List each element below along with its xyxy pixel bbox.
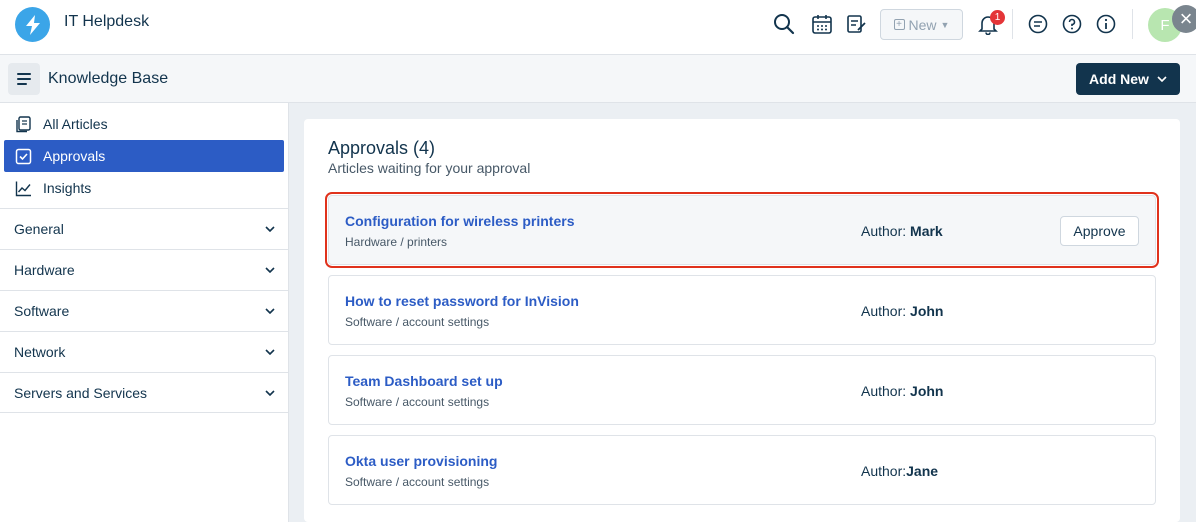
app-title: IT Helpdesk xyxy=(64,13,150,30)
calendar-icon[interactable] xyxy=(810,12,834,36)
chevron-down-icon xyxy=(265,349,275,355)
article-title-link[interactable]: How to reset password for InVision xyxy=(345,293,579,309)
author-label: Author: xyxy=(861,463,907,479)
toolbar-divider xyxy=(1012,9,1013,39)
top-bar: IT Helpdesk + New ▼ 1 F × xyxy=(0,0,1196,55)
category-label: Hardware xyxy=(14,262,75,278)
sidebar: All Articles Approvals Insights General … xyxy=(0,103,289,522)
article-path: Software / account settings xyxy=(345,315,490,329)
sidebar-item-all-articles[interactable]: All Articles xyxy=(0,108,289,140)
sidebar-item-label: Approvals xyxy=(43,148,106,164)
chevron-down-icon xyxy=(265,389,275,396)
category-label: General xyxy=(14,221,64,237)
chat-message-icon[interactable] xyxy=(1026,12,1050,36)
sidebar-item-approvals[interactable]: Approvals xyxy=(4,140,284,172)
category-servers-and-services[interactable]: Servers and Services xyxy=(0,372,289,413)
article-card: Okta user provisioning Software / accoun… xyxy=(328,435,1156,505)
category-hardware[interactable]: Hardware xyxy=(0,249,289,290)
author-name: Mark xyxy=(910,223,943,239)
article-title-link[interactable]: Team Dashboard set up xyxy=(345,373,503,389)
tasks-checklist-icon[interactable] xyxy=(844,12,868,36)
sidebar-toggle-menu-icon[interactable] xyxy=(8,63,40,95)
new-button[interactable]: + New ▼ xyxy=(880,9,963,40)
article-title-link[interactable]: Configuration for wireless printers xyxy=(345,213,574,229)
chevron-down-icon xyxy=(265,267,275,273)
article-path: Hardware / printers xyxy=(345,235,448,249)
approval-check-icon xyxy=(14,147,32,165)
article-path: Software / account settings xyxy=(345,395,490,409)
insights-chart-icon xyxy=(14,179,32,197)
sidebar-item-insights[interactable]: Insights xyxy=(0,172,289,204)
article-path: Software / account settings xyxy=(345,475,490,489)
approve-button[interactable]: Approve xyxy=(1060,216,1139,246)
category-general[interactable]: General xyxy=(0,208,289,249)
sidebar-item-label: All Articles xyxy=(43,116,108,132)
article-author: Author: John xyxy=(861,303,943,319)
author-label: Author: xyxy=(861,223,911,239)
sidebar-item-label: Insights xyxy=(43,180,92,196)
app-logo-bolt-icon[interactable] xyxy=(15,7,50,42)
search-icon[interactable] xyxy=(772,12,796,36)
author-label: Author: xyxy=(861,383,911,399)
article-author: Author: Mark xyxy=(861,223,943,239)
category-software[interactable]: Software xyxy=(0,290,289,331)
author-name: Jane xyxy=(906,463,939,479)
chevron-down-icon xyxy=(265,308,275,314)
author-name: John xyxy=(910,303,944,319)
articles-icon xyxy=(14,115,32,133)
chevron-down-icon: ▼ xyxy=(940,19,950,30)
page-header: Knowledge Base Add New xyxy=(0,55,1196,103)
article-card: How to reset password for InVision Softw… xyxy=(328,275,1156,345)
new-button-label: New xyxy=(908,16,937,33)
article-card: Configuration for wireless printers Hard… xyxy=(325,192,1159,268)
info-icon[interactable] xyxy=(1094,12,1118,36)
add-new-button[interactable]: Add New xyxy=(1076,63,1180,95)
author-label: Author: xyxy=(861,303,911,319)
author-name: John xyxy=(910,383,944,399)
help-question-icon[interactable] xyxy=(1060,12,1084,36)
article-title-link[interactable]: Okta user provisioning xyxy=(345,453,497,469)
article-card: Team Dashboard set up Software / account… xyxy=(328,355,1156,425)
chevron-down-icon xyxy=(1157,76,1167,82)
category-label: Network xyxy=(14,344,66,360)
add-new-label: Add New xyxy=(1089,71,1149,87)
category-network[interactable]: Network xyxy=(0,331,289,372)
approvals-panel: Approvals (4) Articles waiting for your … xyxy=(304,119,1180,522)
close-icon[interactable]: × xyxy=(1172,5,1196,33)
notification-count-badge: 1 xyxy=(990,10,1005,25)
article-author: Author: John xyxy=(861,383,943,399)
article-author: Author:Jane xyxy=(861,463,938,479)
page-title: Knowledge Base xyxy=(48,70,169,87)
approvals-title: Approvals (4) xyxy=(328,138,436,158)
toolbar-divider xyxy=(1132,9,1133,39)
chevron-down-icon xyxy=(265,226,275,232)
plus-box-icon: + xyxy=(893,19,905,30)
approvals-subtitle: Articles waiting for your approval xyxy=(328,160,531,176)
category-label: Servers and Services xyxy=(14,384,148,401)
category-label: Software xyxy=(14,303,70,319)
